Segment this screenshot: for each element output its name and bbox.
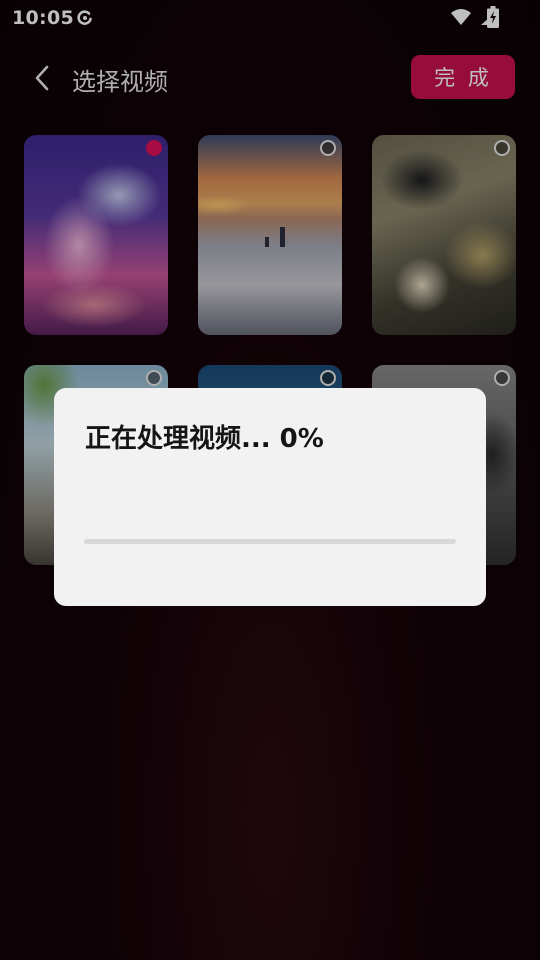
processing-message: 正在处理视频... 0% [85,424,324,454]
progress-bar [84,539,456,544]
processing-dialog: 正在处理视频... 0% [54,388,486,606]
